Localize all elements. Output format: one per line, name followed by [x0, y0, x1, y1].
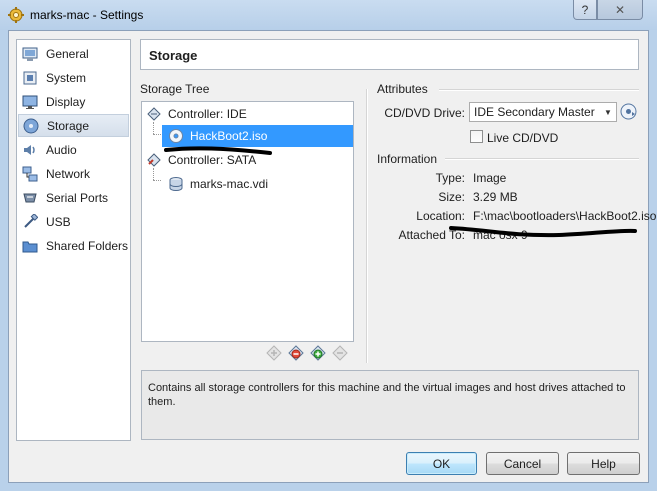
description-box: Contains all storage controllers for thi… — [141, 370, 639, 440]
controller-ide-label: Controller: IDE — [168, 107, 247, 121]
close-button[interactable]: ✕ — [597, 0, 643, 20]
shared-folders-icon — [22, 238, 38, 254]
title-help-button[interactable]: ? — [573, 0, 597, 20]
controller-ide-row[interactable]: Controller: IDE — [146, 103, 247, 125]
general-icon — [22, 46, 38, 62]
sata-attachment-label: marks-mac.vdi — [190, 177, 269, 191]
nav-item-label: Storage — [47, 118, 90, 133]
page-header: Storage — [140, 39, 639, 70]
attached-to-label: Attached To: — [398, 228, 466, 242]
attributes-label: Attributes — [377, 82, 428, 96]
choose-disk-icon[interactable] — [620, 103, 637, 120]
nav-item-label: Display — [46, 94, 86, 109]
nav-item-usb[interactable]: USB — [18, 210, 129, 233]
attached-to-value: mac osx 9 — [473, 228, 528, 242]
nav-item-serial-ports[interactable]: Serial Ports — [18, 186, 129, 209]
tree-connector — [153, 180, 161, 181]
nav-item-system[interactable]: System — [18, 66, 129, 89]
storage-icon — [23, 118, 39, 134]
ide-attachment-row[interactable]: HackBoot2.iso — [162, 125, 353, 147]
type-label: Type: — [435, 171, 465, 185]
ide-attachment-label: HackBoot2.iso — [190, 129, 268, 143]
window-title: marks-mac - Settings — [30, 8, 144, 22]
sata-attachment-row[interactable]: marks-mac.vdi — [162, 173, 268, 195]
size-value: 3.29 MB — [473, 190, 518, 204]
live-cd-label: Live CD/DVD — [487, 131, 559, 145]
nav-item-label: Audio — [46, 142, 77, 157]
controller-sata-row[interactable]: Controller: SATA — [146, 149, 256, 171]
nav-item-shared-folders[interactable]: Shared Folders — [18, 234, 129, 257]
help-button[interactable]: Help — [567, 452, 640, 475]
display-icon — [22, 94, 38, 110]
nav-item-network[interactable]: Network — [18, 162, 129, 185]
hard-disk-icon — [168, 176, 184, 192]
storage-tree[interactable]: Controller: IDE HackBoot2.iso Controller… — [141, 101, 354, 342]
audio-icon — [22, 142, 38, 158]
storage-tree-label: Storage Tree — [140, 82, 210, 96]
cd-drive-value: IDE Secondary Master — [474, 105, 595, 119]
network-icon — [22, 166, 38, 182]
settings-nav: General System Display Storage Audio Net… — [16, 39, 131, 441]
tree-connector — [153, 168, 154, 180]
cd-icon — [168, 128, 184, 144]
panel-separator — [366, 89, 368, 363]
controller-sata-label: Controller: SATA — [168, 153, 257, 167]
remove-attachment-icon[interactable] — [331, 344, 349, 362]
location-value: F:\mac\bootloaders\HackBoot2.iso — [473, 209, 657, 223]
nav-item-label: Serial Ports — [46, 190, 109, 205]
nav-item-storage[interactable]: Storage — [18, 114, 129, 137]
information-label: Information — [377, 152, 438, 166]
storage-toolbar — [265, 344, 349, 362]
cd-drive-select[interactable]: IDE Secondary Master ▼ — [469, 102, 617, 122]
controller-ide-icon — [146, 106, 162, 122]
cancel-button[interactable]: Cancel — [486, 452, 559, 475]
dialog-body: General System Display Storage Audio Net… — [8, 30, 656, 483]
system-icon — [22, 70, 38, 86]
nav-item-label: USB — [46, 214, 71, 229]
chevron-down-icon: ▼ — [604, 107, 612, 117]
nav-item-general[interactable]: General — [18, 42, 129, 65]
attributes-separator — [439, 89, 639, 91]
page-title: Storage — [149, 48, 198, 63]
usb-icon — [22, 212, 39, 230]
tree-connector — [153, 122, 154, 134]
nav-item-label: System — [46, 70, 87, 85]
serial-ports-icon — [22, 190, 38, 206]
gear-icon — [8, 7, 24, 23]
cd-drive-label: CD/DVD Drive: — [384, 106, 465, 120]
description-text: Contains all storage controllers for thi… — [148, 382, 626, 408]
information-separator — [445, 158, 639, 160]
live-cd-checkbox[interactable] — [470, 130, 483, 143]
size-label: Size: — [438, 190, 465, 204]
nav-item-label: General — [46, 46, 89, 61]
add-attachment-icon[interactable] — [309, 344, 327, 362]
type-value: Image — [473, 171, 507, 185]
nav-item-label: Shared Folders — [46, 238, 129, 253]
nav-item-display[interactable]: Display — [18, 90, 129, 113]
remove-controller-icon[interactable] — [287, 344, 305, 362]
title-bar[interactable]: marks-mac - Settings ? ✕ — [0, 0, 657, 30]
controller-sata-icon — [146, 152, 162, 168]
add-controller-icon[interactable] — [265, 344, 283, 362]
location-label: Location: — [416, 209, 465, 223]
settings-window: marks-mac - Settings ? ✕ General System — [0, 0, 657, 491]
nav-item-label: Network — [46, 166, 91, 181]
nav-item-audio[interactable]: Audio — [18, 138, 129, 161]
tree-connector — [153, 134, 161, 135]
ok-button[interactable]: OK — [406, 452, 477, 475]
